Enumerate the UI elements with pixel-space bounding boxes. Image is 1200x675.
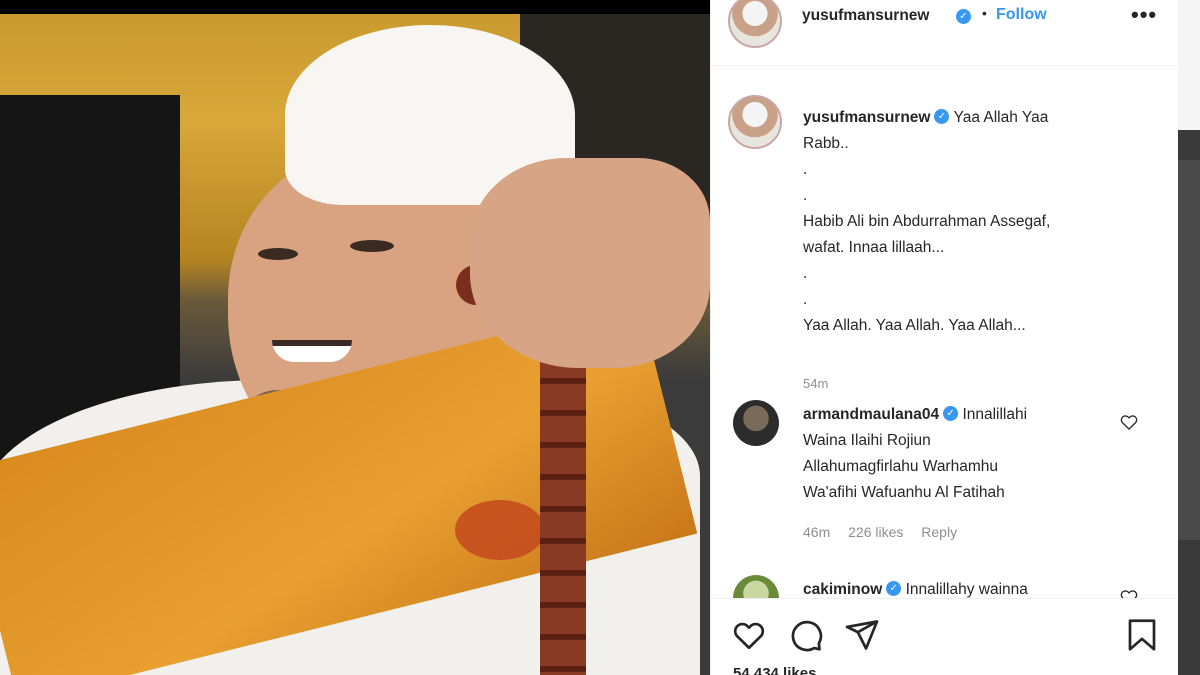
verified-badge-icon: ✓ — [886, 581, 902, 597]
header-separator: • — [982, 5, 987, 21]
post-photo[interactable] — [0, 0, 710, 675]
caption-line: Habib Ali bin Abdurrahman Assegaf, — [803, 213, 1051, 230]
post-actions-bar: 54,434 likes — [711, 598, 1179, 675]
commenter-avatar[interactable] — [733, 400, 779, 446]
caption-author-avatar[interactable] — [728, 95, 782, 149]
author-username[interactable]: yusufmansurnew — [802, 7, 929, 25]
caption-line: Yaa Allah Yaa — [953, 109, 1049, 126]
comment-line: Innalillahy wainna — [905, 581, 1028, 598]
comment-like-heart-icon[interactable] — [1119, 412, 1139, 432]
comment-line: Allahumagfirlahu Warhamhu — [803, 458, 998, 475]
more-options-icon[interactable]: ••• — [1131, 2, 1157, 28]
comment-like-heart-icon[interactable] — [1119, 587, 1139, 598]
caption-line: Yaa Allah. Yaa Allah. Yaa Allah... — [803, 317, 1026, 334]
bookmark-icon[interactable] — [1124, 617, 1160, 653]
author-avatar[interactable] — [728, 0, 782, 48]
commenter-username[interactable]: cakiminow — [803, 581, 882, 598]
comment-line: Innalillahi — [962, 406, 1028, 423]
verified-badge-icon: ✓ — [943, 406, 959, 422]
heart-icon[interactable] — [731, 617, 767, 653]
follow-button[interactable]: Follow — [996, 6, 1047, 24]
verified-badge-icon: ✓ — [934, 109, 950, 125]
comments-scroll-area[interactable]: yusufmansurnew ✓ Yaa Allah Yaa Rabb.. . .… — [711, 67, 1179, 598]
commenter-avatar[interactable] — [733, 575, 779, 598]
caption-line: . — [803, 265, 808, 282]
comment-line: Waina Ilaihi Rojiun — [803, 432, 931, 449]
comment-timestamp[interactable]: 46m — [803, 524, 830, 540]
share-icon[interactable] — [844, 617, 880, 653]
comment-text: cakiminow ✓ Innalillahy wainna — [803, 577, 1103, 598]
caption-line: Rabb.. — [803, 135, 849, 152]
caption-username[interactable]: yusufmansurnew — [803, 109, 930, 126]
background-page-edge — [1178, 0, 1200, 675]
caption-line: . — [803, 161, 808, 178]
caption-text: yusufmansurnew ✓ Yaa Allah Yaa Rabb.. . .… — [803, 105, 1103, 339]
comment-text: armandmaulana04 ✓ Innalillahi Waina Ilaih… — [803, 402, 1103, 506]
commenter-username[interactable]: armandmaulana04 — [803, 406, 939, 423]
comment-icon[interactable] — [788, 617, 824, 653]
comment-meta: 46m 226 likes Reply — [803, 524, 971, 540]
post-header: yusufmansurnew ✓ • Follow ••• — [711, 0, 1179, 66]
reply-button[interactable]: Reply — [921, 524, 957, 540]
caption-timestamp[interactable]: 54m — [803, 376, 828, 391]
caption-line: . — [803, 187, 808, 204]
verified-badge-icon: ✓ — [956, 9, 971, 24]
comment-likes[interactable]: 226 likes — [848, 524, 903, 540]
caption-line: . — [803, 291, 808, 308]
post-like-count[interactable]: 54,434 likes — [733, 665, 816, 675]
caption-line: wafat. Innaa lillaah... — [803, 239, 945, 256]
comment-line: Wa'afihi Wafuanhu Al Fatihah — [803, 484, 1005, 501]
post-side-panel: yusufmansurnew ✓ • Follow ••• yusufmansu… — [710, 0, 1179, 675]
